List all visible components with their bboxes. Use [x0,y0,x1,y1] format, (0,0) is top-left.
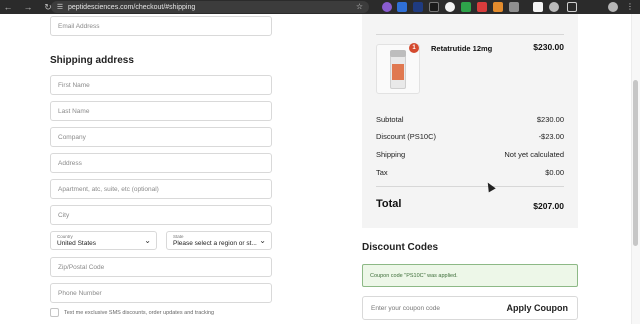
coupon-applied-message: Coupon code "PS10C" was applied. [362,264,578,287]
address-field[interactable]: Address [50,153,272,173]
tax-value: $0.00 [545,168,564,177]
total-value: $207.00 [533,201,564,211]
tax-row: Tax $0.00 [376,168,564,177]
country-value: United States [57,240,97,247]
shipping-row: Shipping Not yet calculated [376,150,564,159]
discount-codes-title: Discount Codes [362,242,439,253]
zip-field[interactable]: Zip/Postal Code [50,257,272,277]
last-name-field[interactable]: Last Name [50,101,272,121]
tax-label: Tax [376,168,388,177]
scrollbar-thumb[interactable] [633,80,638,246]
white-ext-icon[interactable] [445,2,455,12]
navy-ext-icon[interactable] [413,2,423,12]
apartment-placeholder: Apartment, atc, suite, etc (optional) [58,185,159,193]
apartment-field[interactable]: Apartment, atc, suite, etc (optional) [50,179,272,199]
url-text: peptidesciences.com/checkout/#shipping [68,3,196,11]
phone-placeholder: Phone Number [58,289,102,297]
coupon-input[interactable]: Enter your coupon code [371,305,440,312]
product-name: Retatrutide 12mg [431,44,493,53]
city-field[interactable]: City [50,205,272,225]
coupon-input-group: Enter your coupon code Apply Coupon [362,296,578,320]
quantity-badge: 1 [409,43,419,53]
forward-icon[interactable]: → [22,0,34,14]
phone-field[interactable]: Phone Number [50,283,272,303]
star-icon[interactable]: ☆ [356,2,363,11]
blue-ext-icon[interactable] [397,2,407,12]
profile-avatar[interactable] [608,2,618,12]
state-select[interactable]: State Please select a region or st... ⌄ [166,231,272,250]
discount-value: -$23.00 [538,132,564,141]
state-label: State [173,234,184,239]
sms-consent-checkbox[interactable] [50,308,59,317]
company-field[interactable]: Company [50,127,272,147]
address-placeholder: Address [58,159,82,167]
first-name-placeholder: First Name [58,81,90,89]
product-price: $230.00 [533,42,564,52]
subtotal-value: $230.00 [536,115,564,124]
orange-ext-icon[interactable] [493,2,503,12]
grey-ext-icon[interactable] [509,2,519,12]
last-name-placeholder: Last Name [58,107,90,115]
puzzle-icon[interactable] [567,2,577,12]
zip-placeholder: Zip/Postal Code [58,263,105,271]
shipping-label: Shipping [376,150,406,159]
discount-label: Discount (PS10C) [376,132,437,141]
sms-consent-label: Text me exclusive SMS discounts, order u… [64,309,215,316]
city-placeholder: City [58,211,70,219]
sms-consent-row: Text me exclusive SMS discounts, order u… [50,308,214,317]
green-ext-icon[interactable] [461,2,471,12]
purple-ext-icon[interactable] [382,2,392,12]
vial-icon [390,50,406,89]
dark-ext-icon[interactable] [429,2,439,12]
state-value: Please select a region or st... [173,240,257,247]
subtotal-row: Subtotal $230.00 [376,115,564,124]
first-name-field[interactable]: First Name [50,75,272,95]
home-ext-icon[interactable] [533,2,543,12]
company-placeholder: Company [58,133,86,141]
chevron-down-icon: ⌄ [144,236,151,245]
total-label: Total [376,198,402,210]
shipping-value: Not yet calculated [504,150,564,159]
country-label: Country [57,234,73,239]
kebab-menu-icon[interactable]: ⋮ [625,2,635,12]
order-summary: 1 Retatrutide 12mg $230.00 Subtotal $230… [362,14,578,228]
subtotal-label: Subtotal [376,115,404,124]
email-field[interactable]: Email Address [50,16,272,36]
coupon-applied-text: Coupon code "PS10C" was applied. [370,272,458,279]
apply-coupon-button[interactable]: Apply Coupon [507,303,569,313]
red-ext-icon[interactable] [477,2,487,12]
email-placeholder: Email Address [58,22,100,30]
gray-circle-ext-icon[interactable] [549,2,559,12]
back-icon[interactable]: ← [2,0,14,14]
total-divider [376,186,564,187]
tune-icon[interactable]: ☰ [54,3,66,11]
country-select[interactable]: Country United States ⌄ [50,231,157,250]
summary-top-divider [376,34,564,35]
address-bar[interactable]: ☰ peptidesciences.com/checkout/#shipping… [51,1,369,13]
chevron-down-icon: ⌄ [259,236,266,245]
discount-row: Discount (PS10C) -$23.00 [376,132,564,141]
shipping-address-title: Shipping address [50,55,134,66]
